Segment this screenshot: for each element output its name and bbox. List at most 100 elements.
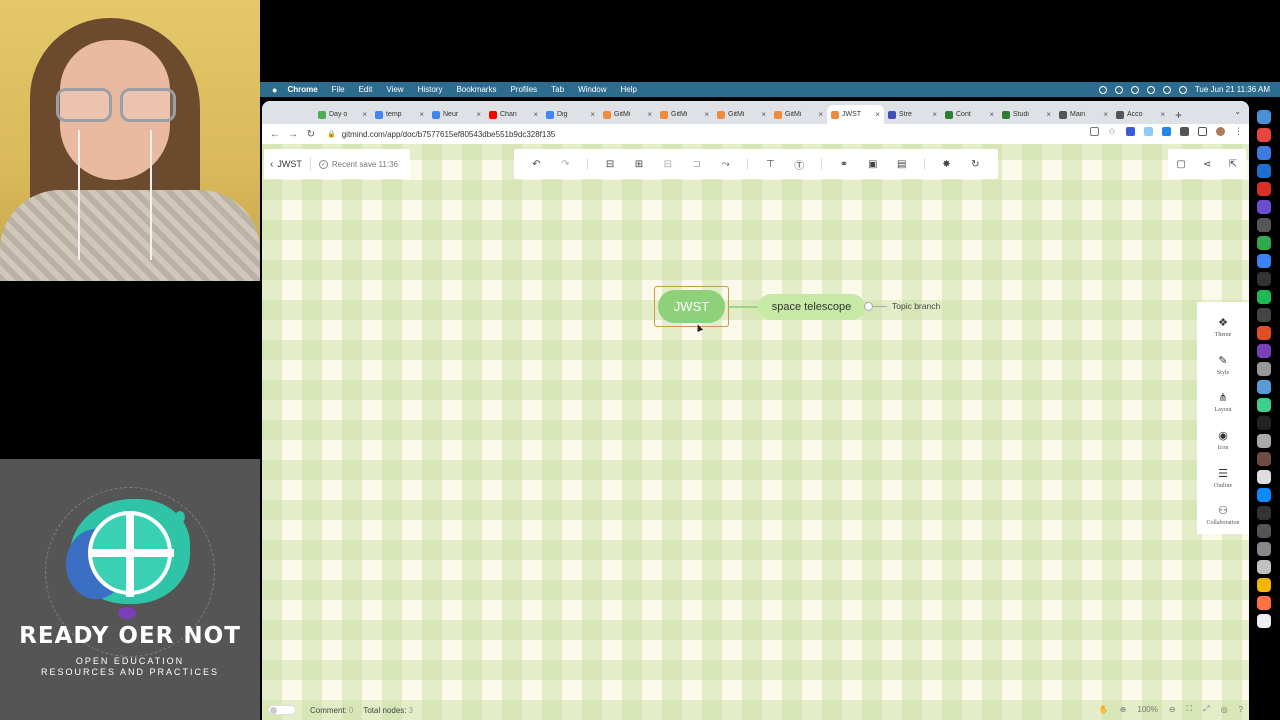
close-tab-icon[interactable]: × (704, 110, 709, 119)
chevron-left-icon[interactable]: ‹ (270, 159, 273, 170)
browser-tab[interactable]: Studi × (998, 105, 1055, 124)
browser-tab[interactable]: Neur × (428, 105, 485, 124)
browser-tab[interactable]: Dig × (542, 105, 599, 124)
close-tab-icon[interactable]: × (761, 110, 766, 119)
menubar-clock[interactable]: Tue Jun 21 11:36 AM (1195, 85, 1270, 94)
panel-item-theme[interactable]: ❖ Theme (1197, 308, 1249, 346)
fullscreen-icon[interactable]: ⤢ (1203, 704, 1209, 714)
menu-history[interactable]: History (418, 85, 443, 94)
dock-app-icon[interactable] (1257, 380, 1271, 394)
status-icon[interactable] (1146, 85, 1155, 94)
address-bar[interactable]: 🔒 gitmind.com/app/doc/b7577615ef80543dbe… (327, 127, 1057, 141)
dock-app-icon[interactable] (1257, 398, 1271, 412)
menu-edit[interactable]: Edit (359, 85, 373, 94)
browser-tab[interactable]: temp × (371, 105, 428, 124)
dock-app-icon[interactable] (1257, 362, 1271, 376)
relation-line-icon[interactable]: ⤳ (719, 157, 733, 171)
dock-app-icon[interactable] (1257, 542, 1271, 556)
fit-screen-icon[interactable]: ⛶ (1187, 704, 1193, 714)
dock-app-icon[interactable] (1257, 488, 1271, 502)
topic-branch-node[interactable]: Topic branch (892, 301, 940, 311)
close-tab-icon[interactable]: × (1046, 110, 1051, 119)
browser-tab[interactable]: GitMi × (770, 105, 827, 124)
panel-item-icon[interactable]: ◉ Icon (1197, 421, 1249, 459)
dock-app-icon[interactable] (1257, 218, 1271, 232)
dock-app-icon[interactable] (1257, 128, 1271, 142)
format-painter-icon[interactable]: ⊤ (763, 157, 777, 171)
browser-tab[interactable]: Chan × (485, 105, 542, 124)
preview-eye-icon[interactable]: ◎ (1221, 705, 1228, 714)
formula-icon[interactable]: Ⓣ (792, 157, 806, 172)
extension-icon[interactable] (1144, 127, 1153, 136)
child-node[interactable]: space telescope (758, 294, 865, 320)
insert-child-node-icon[interactable]: ⊟ (603, 157, 617, 171)
panel-item-style[interactable]: ✎ Style (1197, 346, 1249, 384)
dock-app-icon[interactable] (1257, 200, 1271, 214)
help-icon[interactable]: ? (1239, 705, 1243, 714)
summary-icon[interactable]: ⊐ (690, 157, 704, 171)
dock-app-icon[interactable] (1257, 110, 1271, 124)
dock-app-icon[interactable] (1257, 524, 1271, 538)
browser-tab[interactable]: GitMi × (656, 105, 713, 124)
dock-app-icon[interactable] (1257, 146, 1271, 160)
back-arrow-icon[interactable]: ← (266, 129, 284, 140)
dock-app-icon[interactable] (1257, 164, 1271, 178)
address-url[interactable]: gitmind.com/app/doc/b7577615ef80543dbe55… (342, 130, 556, 139)
dock-app-icon[interactable] (1257, 290, 1271, 304)
menu-view[interactable]: View (386, 85, 403, 94)
tab-search-icon[interactable]: ⌄ (1234, 107, 1241, 116)
note-icon[interactable]: ▤ (895, 157, 909, 171)
extension-icon[interactable] (1162, 127, 1171, 136)
lock-icon[interactable]: 🔒 (327, 130, 336, 138)
zoom-in-icon[interactable]: ⊕ (1120, 705, 1127, 714)
battery-icon[interactable] (1178, 85, 1187, 94)
insert-sibling-node-icon[interactable]: ⊞ (632, 157, 646, 171)
dock-app-icon[interactable] (1257, 254, 1271, 268)
menu-file[interactable]: File (332, 85, 345, 94)
dock-app-icon[interactable] (1257, 614, 1271, 628)
close-tab-icon[interactable]: × (533, 110, 538, 119)
forward-arrow-icon[interactable]: → (284, 129, 302, 140)
menu-help[interactable]: Help (621, 85, 637, 94)
browser-tab[interactable]: Acco × (1112, 105, 1169, 124)
panel-item-layout[interactable]: ⋔ Layout (1197, 383, 1249, 421)
menu-window[interactable]: Window (578, 85, 606, 94)
ai-sparkle-icon[interactable]: ✸ (939, 157, 953, 171)
sidebar-icon[interactable] (1198, 127, 1207, 136)
browser-tab[interactable]: GitMi × (599, 105, 656, 124)
more-menu-icon[interactable]: ⋮ (1234, 127, 1243, 136)
zoom-out-icon[interactable]: ⊖ (1169, 705, 1176, 714)
link-icon[interactable]: ⚭ (837, 157, 851, 171)
new-tab-button[interactable]: + (1175, 105, 1182, 124)
avatar[interactable] (1216, 127, 1225, 136)
refresh-icon[interactable]: ↻ (968, 157, 982, 171)
browser-tab[interactable]: Cont × (941, 105, 998, 124)
browser-tab[interactable]: Stre × (884, 105, 941, 124)
comment-toggle[interactable] (268, 705, 296, 715)
insert-parent-node-icon[interactable]: ⊟ (661, 157, 675, 171)
bookmark-star-icon[interactable]: ☆ (1108, 127, 1117, 136)
share-icon[interactable]: ⋖ (1200, 157, 1214, 171)
status-icon[interactable] (1130, 85, 1139, 94)
browser-tab[interactable]: Main × (1055, 105, 1112, 124)
zoom-level[interactable]: 100% (1137, 705, 1157, 714)
reload-icon[interactable]: ↻ (302, 129, 320, 140)
undo-icon[interactable]: ↶ (529, 157, 543, 171)
dock-app-icon[interactable] (1257, 272, 1271, 286)
dock-app-icon[interactable] (1257, 236, 1271, 250)
menu-profiles[interactable]: Profiles (510, 85, 537, 94)
dock-app-icon[interactable] (1257, 578, 1271, 592)
menu-tab[interactable]: Tab (551, 85, 564, 94)
menu-bookmarks[interactable]: Bookmarks (456, 85, 496, 94)
menu-app-name[interactable]: Chrome (287, 85, 317, 94)
close-tab-icon[interactable]: × (476, 110, 481, 119)
hand-icon[interactable]: ✋ (1099, 705, 1109, 714)
dock-app-icon[interactable] (1257, 182, 1271, 196)
dock-app-icon[interactable] (1257, 506, 1271, 520)
image-icon[interactable]: ▣ (866, 157, 880, 171)
status-icon[interactable] (1114, 85, 1123, 94)
dock-app-icon[interactable] (1257, 326, 1271, 340)
dock-app-icon[interactable] (1257, 308, 1271, 322)
share-icon[interactable] (1090, 127, 1099, 136)
export-icon[interactable]: ⇱ (1226, 157, 1240, 171)
